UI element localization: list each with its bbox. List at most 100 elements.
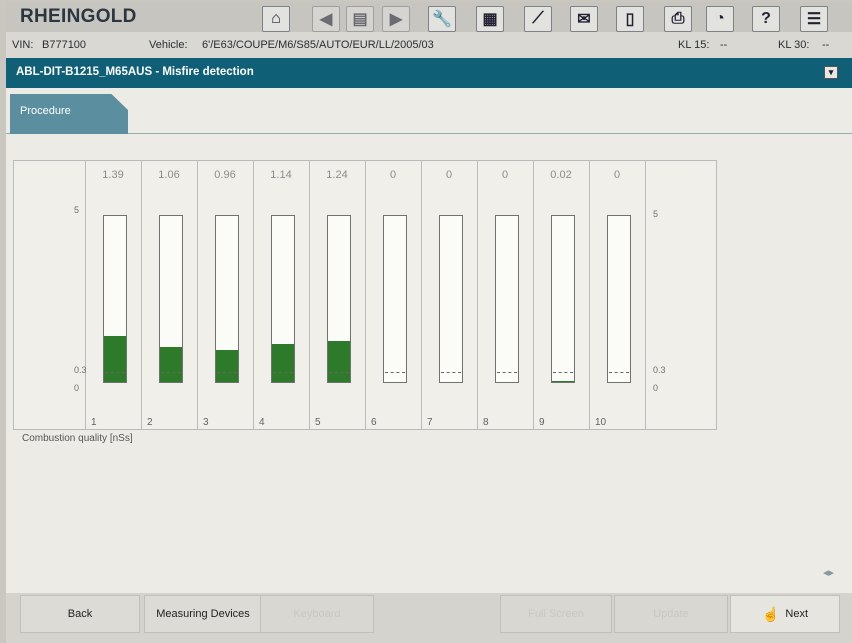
function-title: ABL-DIT-B1215_M65AUS - Misfire detection bbox=[16, 66, 254, 78]
bar-fill bbox=[272, 344, 294, 382]
kl15-value: -- bbox=[720, 39, 728, 51]
column-divider bbox=[477, 161, 478, 429]
cylinder-bar bbox=[159, 215, 183, 383]
battery-button[interactable]: ▯ bbox=[616, 6, 644, 32]
bar-value-label: 0 bbox=[613, 169, 621, 181]
bar-value-label: 1.06 bbox=[158, 169, 180, 181]
column-divider bbox=[253, 161, 254, 429]
vehicle-label: Vehicle: bbox=[149, 39, 188, 51]
cylinder-bar bbox=[271, 215, 295, 383]
column-divider bbox=[645, 161, 646, 429]
keyboard-button[interactable]: Keyboard bbox=[260, 595, 374, 633]
next-button[interactable]: ☝ Next bbox=[730, 595, 840, 633]
cylinder-bar bbox=[607, 215, 631, 383]
column-divider bbox=[141, 161, 142, 429]
cylinder-number: 7 bbox=[427, 417, 433, 428]
threshold-line bbox=[609, 372, 629, 374]
minimize-icon[interactable]: ▾ bbox=[824, 66, 838, 79]
full-screen-button[interactable]: Full Screen bbox=[500, 595, 612, 633]
tab-bar: Procedure bbox=[6, 88, 852, 134]
kl30-value: -- bbox=[822, 39, 830, 51]
cylinder-number: 2 bbox=[147, 417, 153, 428]
y-axis-label: Combustion quality [nSs] bbox=[22, 433, 133, 444]
update-button[interactable]: Update bbox=[614, 595, 728, 633]
cylinder-bar bbox=[495, 215, 519, 383]
kl15-label: KL 15: bbox=[678, 39, 710, 51]
content-panel: Procedure 5 0.3 0 5 0.3 0 1.39 1 1.06 2 0.96 3 1.14 4… bbox=[6, 88, 852, 593]
cylinder-number: 5 bbox=[315, 417, 321, 428]
scroll-arrows-icon[interactable]: ◂▸ bbox=[823, 566, 834, 579]
list-icon: ☰ bbox=[806, 11, 822, 28]
arrow-left-icon: ◀ bbox=[319, 11, 333, 28]
home-button[interactable]: ⌂ bbox=[262, 6, 290, 32]
threshold-line bbox=[273, 372, 293, 374]
threshold-line bbox=[329, 372, 349, 374]
messages-button[interactable]: ✉ bbox=[570, 6, 598, 32]
vehicle-info-button[interactable]: ▦ bbox=[476, 6, 504, 32]
cylinder-number: 4 bbox=[259, 417, 265, 428]
bar-value-label: 1.14 bbox=[270, 169, 292, 181]
bar-value-label: 0 bbox=[445, 169, 453, 181]
vin-value: B777100 bbox=[42, 39, 87, 51]
cylinder-number: 1 bbox=[91, 417, 97, 428]
top-toolbar: RHEINGOLD ⌂ ◀ ▤ ▶ 🔧 ▦ ⟋ ✉ ▯ ⎙ ◔? ☰ bbox=[6, 2, 852, 32]
bar-fill bbox=[104, 335, 126, 382]
threshold-line bbox=[217, 372, 237, 374]
threshold-line bbox=[105, 372, 125, 374]
cylinder-bar bbox=[215, 215, 239, 383]
vehicle-value: 6'/E63/COUPE/M6/S85/AUTO/EUR/LL/2005/03 bbox=[202, 39, 434, 51]
cylinder-number: 3 bbox=[203, 417, 209, 428]
column-divider bbox=[589, 161, 590, 429]
menu-button[interactable]: ☰ bbox=[800, 6, 828, 32]
cylinder-bar bbox=[551, 215, 575, 383]
documents-button[interactable]: ▤ bbox=[346, 6, 374, 32]
cylinder-number: 8 bbox=[483, 417, 489, 428]
printer-icon: ⎙ bbox=[671, 10, 685, 27]
y-tick-right: 0 bbox=[653, 383, 659, 393]
battery-icon: ▯ bbox=[625, 11, 635, 28]
wrench-icon: 🔧 bbox=[432, 11, 452, 28]
envelope-icon: ✉ bbox=[577, 11, 591, 28]
cylinder-number: 10 bbox=[595, 417, 607, 428]
y-tick-right: 5 bbox=[653, 209, 659, 219]
cylinder-bar bbox=[383, 215, 407, 383]
bar-value-label: 0.96 bbox=[214, 169, 236, 181]
workshop-button[interactable]: 🔧 bbox=[428, 6, 456, 32]
column-divider bbox=[421, 161, 422, 429]
gauge-icon: ◔ bbox=[715, 10, 725, 27]
y-tick-left: 0 bbox=[74, 383, 80, 393]
cylinder-bar bbox=[439, 215, 463, 383]
vehicle-info-row: VIN: B777100 Vehicle: 6'/E63/COUPE/M6/S8… bbox=[6, 32, 852, 58]
threshold-line bbox=[161, 372, 181, 374]
home-icon: ⌂ bbox=[271, 10, 281, 27]
bar-fill bbox=[160, 346, 182, 382]
bar-value-label: 1.39 bbox=[102, 169, 124, 181]
function-title-bar: ABL-DIT-B1215_M65AUS - Misfire detection… bbox=[6, 58, 852, 88]
kl30-label: KL 30: bbox=[778, 39, 810, 51]
bar-fill bbox=[216, 350, 238, 382]
measurement-button[interactable]: ◔ bbox=[706, 6, 734, 32]
app-title: RHEINGOLD bbox=[20, 6, 137, 27]
print-button[interactable]: ⎙ bbox=[664, 6, 692, 32]
y-tick-left: 5 bbox=[74, 205, 80, 215]
cylinder-bar bbox=[103, 215, 127, 383]
bottom-button-bar: Back Measuring Devices Keyboard Full Scr… bbox=[6, 593, 852, 643]
cylinder-bar bbox=[327, 215, 351, 383]
bar-value-label: 0.02 bbox=[550, 169, 572, 181]
combustion-quality-chart: 5 0.3 0 5 0.3 0 1.39 1 1.06 2 0.96 3 1.14 4 1.24 5 0 6 0 7 0… bbox=[13, 160, 717, 430]
threshold-line bbox=[385, 372, 405, 374]
help-button[interactable]: ? bbox=[752, 6, 780, 32]
back-arrow-button[interactable]: ◀ bbox=[312, 6, 340, 32]
bar-value-label: 0 bbox=[501, 169, 509, 181]
forward-arrow-button[interactable]: ▶ bbox=[382, 6, 410, 32]
vehicle-info-icon: ▦ bbox=[482, 11, 498, 28]
connection-button[interactable]: ⟋ bbox=[524, 6, 552, 32]
back-button[interactable]: Back bbox=[20, 595, 140, 633]
arrow-right-icon: ▶ bbox=[389, 11, 403, 28]
documents-icon: ▤ bbox=[352, 11, 368, 28]
bar-value-label: 0 bbox=[389, 169, 397, 181]
column-divider bbox=[197, 161, 198, 429]
column-divider bbox=[85, 161, 86, 429]
measuring-devices-button[interactable]: Measuring Devices bbox=[144, 595, 262, 633]
tab-procedure[interactable]: Procedure bbox=[10, 94, 128, 134]
